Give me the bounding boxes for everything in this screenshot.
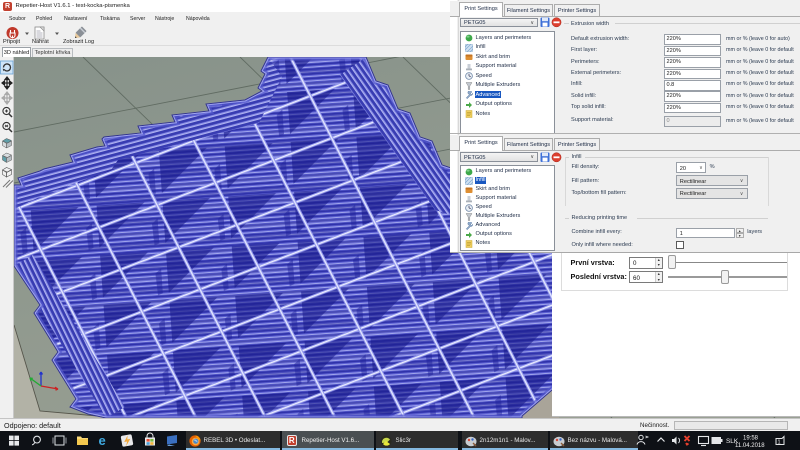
svg-text:1: 1 (778, 440, 781, 446)
svg-text:19:58: 19:58 (743, 435, 759, 441)
svg-text:e: e (99, 433, 106, 448)
svg-text:11.04.2018: 11.04.2018 (735, 443, 765, 449)
